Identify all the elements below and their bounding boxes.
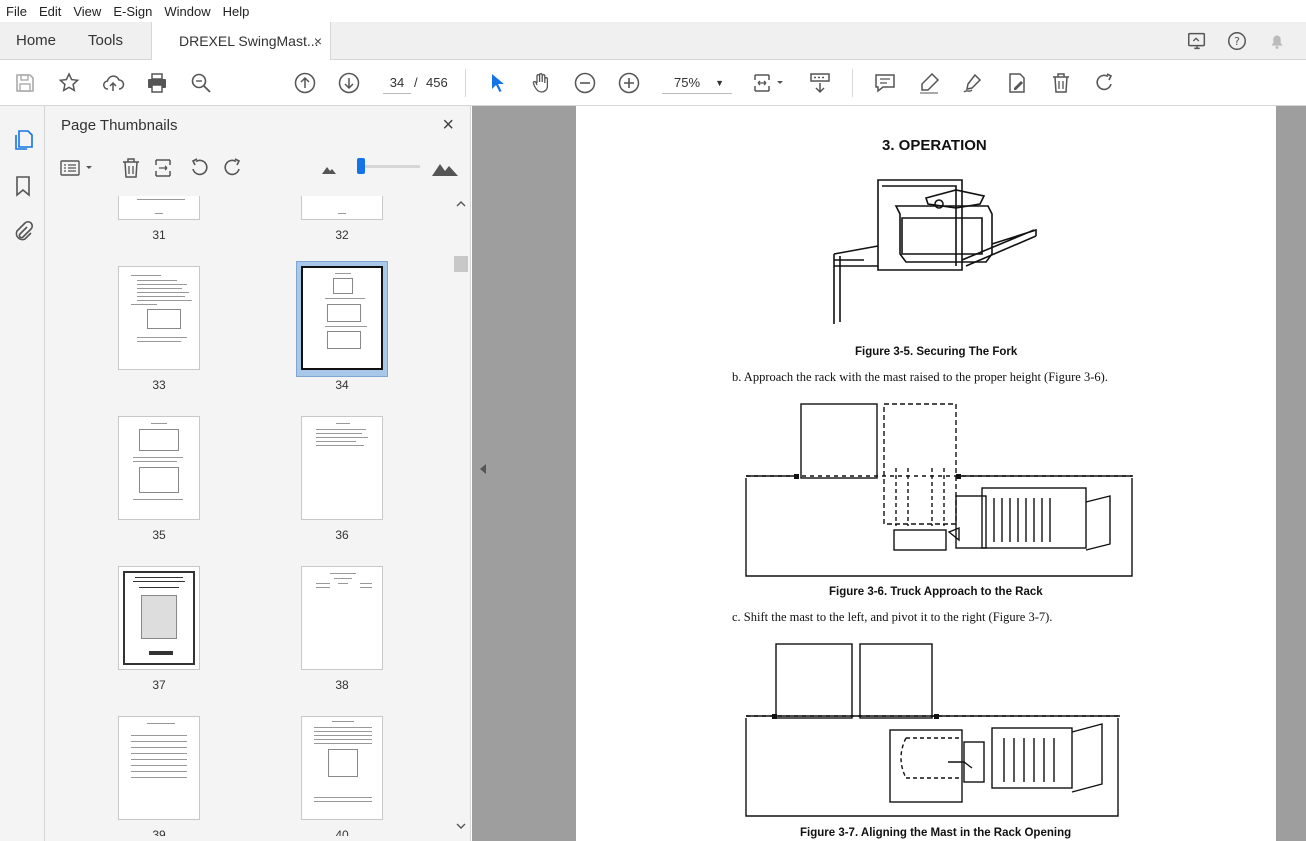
zoom-out-icon[interactable] [573, 71, 597, 95]
thumbnail-page[interactable] [118, 196, 200, 220]
main-toolbar: 34 / 456 75% ▼ [0, 60, 1306, 106]
menu-view[interactable]: View [67, 4, 107, 19]
toolbar-divider [852, 69, 853, 97]
comment-icon[interactable] [873, 71, 897, 95]
figure-truck-approach [745, 403, 1133, 577]
thumbnail-label: 39 [152, 828, 166, 836]
tab-document-label: DREXEL SwingMast... [179, 33, 319, 49]
page-thumbnails-icon[interactable] [11, 128, 35, 152]
page-fit-icon[interactable] [752, 71, 788, 95]
thumbnail-page[interactable] [118, 566, 200, 670]
sign-icon[interactable] [961, 71, 985, 95]
notifications-bell-icon[interactable] [1266, 30, 1288, 52]
options-menu-icon[interactable] [59, 156, 99, 180]
previous-page-icon[interactable] [293, 71, 317, 95]
delete-page-icon[interactable] [119, 156, 143, 180]
figure-caption: Figure 3-7. Aligning the Mast in the Rac… [800, 827, 1072, 839]
thumbnail-page[interactable] [301, 196, 383, 220]
thumbnail-scrollbar[interactable] [453, 196, 469, 836]
thumbnail-list: 31 32 33 34 35 36 37 38 39 40 [45, 196, 453, 836]
page-heading: 3. OPERATION [882, 137, 987, 154]
page-separator: / [414, 75, 418, 90]
select-cursor-icon[interactable] [486, 71, 510, 95]
zoom-level-select[interactable]: 75% ▼ [662, 72, 732, 94]
upload-cloud-icon[interactable] [101, 71, 125, 95]
redo-rotate-icon[interactable] [1093, 71, 1117, 95]
attachments-paperclip-icon[interactable] [11, 220, 35, 244]
svg-text:?: ? [1234, 35, 1240, 48]
thumbnail-label: 31 [152, 228, 166, 242]
thumbnail-label: 38 [335, 678, 349, 692]
edit-pdf-icon[interactable] [1005, 71, 1029, 95]
menu-help[interactable]: Help [217, 4, 256, 19]
large-mountain-icon[interactable] [431, 158, 459, 178]
panel-title: Page Thumbnails [61, 117, 178, 134]
thumbnail-page[interactable] [301, 716, 383, 820]
menu-edit[interactable]: Edit [33, 4, 67, 19]
tab-tools[interactable]: Tools [88, 22, 123, 60]
thumbnail-label: 37 [152, 678, 166, 692]
zoom-in-icon[interactable] [617, 71, 641, 95]
bookmark-star-icon[interactable] [57, 71, 81, 95]
thumbnail-page[interactable] [301, 416, 383, 520]
thumbnail-page[interactable] [118, 416, 200, 520]
scroll-mode-icon[interactable] [808, 71, 832, 95]
collapse-panel-arrow-icon[interactable] [478, 462, 488, 476]
thumbnail-page[interactable] [118, 716, 200, 820]
figure-aligning-mast [745, 643, 1120, 817]
menu-esign[interactable]: E-Sign [107, 4, 158, 19]
thumbnail-label: 33 [152, 378, 166, 392]
save-icon[interactable] [13, 71, 37, 95]
thumbnail-label: 35 [152, 528, 166, 542]
thumbnail-label: 36 [335, 528, 349, 542]
bookmarks-icon[interactable] [11, 174, 35, 198]
menu-window[interactable]: Window [158, 4, 216, 19]
tab-home[interactable]: Home [16, 22, 56, 60]
thumbnail-label: 40 [335, 828, 349, 836]
zoom-level-value: 75% [674, 75, 701, 90]
thumbnail-label: 32 [335, 228, 349, 242]
share-screen-icon[interactable] [1186, 30, 1208, 52]
rotate-counterclockwise-icon[interactable] [187, 156, 211, 180]
help-icon[interactable]: ? [1226, 30, 1248, 52]
delete-trash-icon[interactable] [1049, 71, 1073, 95]
instruction-step-c: c. Shift the mast to the left, and pivot… [732, 610, 1053, 624]
highlight-pen-icon[interactable] [917, 71, 941, 95]
menu-file[interactable]: File [0, 4, 33, 19]
small-mountain-icon[interactable] [320, 162, 338, 176]
rotate-clockwise-icon[interactable] [221, 156, 245, 180]
close-tab-button[interactable]: × [314, 22, 322, 60]
thumbnail-page[interactable] [301, 566, 383, 670]
tab-document[interactable]: DREXEL SwingMast... × [151, 22, 331, 61]
page-number-input[interactable]: 34 [383, 72, 411, 94]
thumbnail-label: 34 [335, 378, 349, 392]
toolbar-divider [465, 69, 466, 97]
scrollbar-thumb[interactable] [454, 256, 468, 272]
thumbnail-size-slider[interactable] [358, 165, 420, 168]
pdf-page: 3. OPERATION Figure 3-5. Securing The Fo… [576, 106, 1276, 841]
extract-page-icon[interactable] [153, 156, 177, 180]
thumbnail-page[interactable] [118, 266, 200, 370]
close-panel-button[interactable]: × [442, 114, 454, 137]
total-pages: 456 [426, 75, 448, 90]
thumbnail-size-slider-thumb[interactable] [357, 158, 365, 174]
menu-bar: File Edit View E-Sign Window Help [0, 0, 1306, 22]
thumbnail-page-selected[interactable] [301, 266, 383, 370]
next-page-icon[interactable] [337, 71, 361, 95]
figure-caption: Figure 3-5. Securing The Fork [855, 346, 1018, 358]
print-icon[interactable] [145, 71, 169, 95]
page-thumbnails-panel: Page Thumbnails × 31 32 33 34 35 36 37 3… [45, 106, 471, 841]
thumbnail-toolbar [45, 150, 471, 188]
hand-tool-icon[interactable] [529, 71, 553, 95]
tab-bar: Home Tools DREXEL SwingMast... × ? [0, 22, 1306, 61]
instruction-step-b: b. Approach the rack with the mast raise… [732, 370, 1108, 384]
left-rail [0, 106, 45, 841]
chevron-down-icon: ▼ [715, 78, 724, 88]
zoom-search-icon[interactable] [189, 71, 213, 95]
figure-securing-fork [833, 179, 1037, 324]
figure-caption: Figure 3-6. Truck Approach to the Rack [829, 586, 1043, 598]
